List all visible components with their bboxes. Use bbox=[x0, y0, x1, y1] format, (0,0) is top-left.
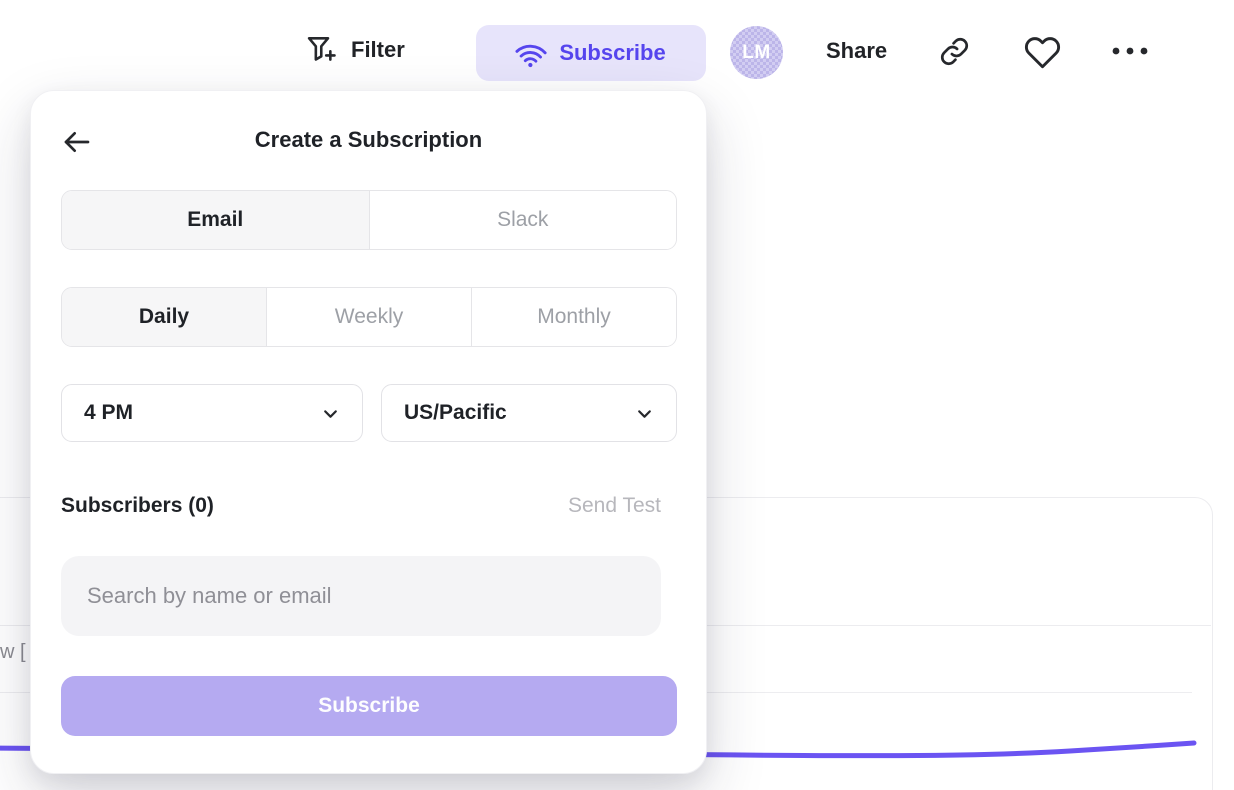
timezone-select[interactable]: US/Pacific bbox=[381, 384, 677, 442]
more-menu-button[interactable] bbox=[1110, 46, 1150, 56]
tab-email[interactable]: Email bbox=[62, 191, 369, 249]
avatar[interactable]: LM bbox=[730, 26, 783, 79]
link-icon bbox=[939, 36, 970, 67]
heart-icon bbox=[1024, 34, 1061, 71]
subscriber-search-input[interactable] bbox=[61, 556, 661, 636]
avatar-initials: LM bbox=[742, 42, 770, 64]
tab-daily[interactable]: Daily bbox=[62, 288, 266, 346]
chart-partial-label: w [ bbox=[0, 641, 26, 664]
channel-tabs: Email Slack bbox=[61, 190, 677, 250]
chevron-down-icon bbox=[635, 404, 654, 423]
time-select-value: 4 PM bbox=[84, 401, 133, 425]
time-select[interactable]: 4 PM bbox=[61, 384, 363, 442]
send-test-button[interactable]: Send Test bbox=[568, 494, 661, 518]
link-button[interactable] bbox=[939, 36, 970, 67]
filter-funnel-icon bbox=[305, 33, 338, 66]
app-root: w [ Filter Subscribe LM Share bbox=[0, 0, 1234, 790]
timezone-select-value: US/Pacific bbox=[404, 401, 507, 425]
modal-title: Create a Subscription bbox=[31, 127, 706, 153]
subscribers-row: Subscribers (0) Send Test bbox=[61, 494, 661, 518]
subscribe-submit-button[interactable]: Subscribe bbox=[61, 676, 677, 736]
more-ellipsis-icon bbox=[1110, 46, 1150, 56]
filter-button[interactable]: Filter bbox=[305, 33, 405, 66]
share-label: Share bbox=[826, 38, 887, 64]
subscribe-nav-label: Subscribe bbox=[559, 40, 665, 66]
chevron-down-icon bbox=[321, 404, 340, 423]
subscribe-nav-button[interactable]: Subscribe bbox=[476, 25, 706, 81]
rss-icon bbox=[510, 32, 552, 74]
favorite-button[interactable] bbox=[1024, 34, 1061, 71]
tab-monthly[interactable]: Monthly bbox=[471, 288, 676, 346]
tab-slack[interactable]: Slack bbox=[369, 191, 677, 249]
tab-weekly[interactable]: Weekly bbox=[266, 288, 471, 346]
create-subscription-modal: Create a Subscription Email Slack Daily … bbox=[30, 90, 707, 774]
share-button[interactable]: Share bbox=[826, 38, 887, 64]
subscribers-label: Subscribers (0) bbox=[61, 494, 214, 518]
frequency-tabs: Daily Weekly Monthly bbox=[61, 287, 677, 347]
filter-label: Filter bbox=[351, 37, 405, 63]
